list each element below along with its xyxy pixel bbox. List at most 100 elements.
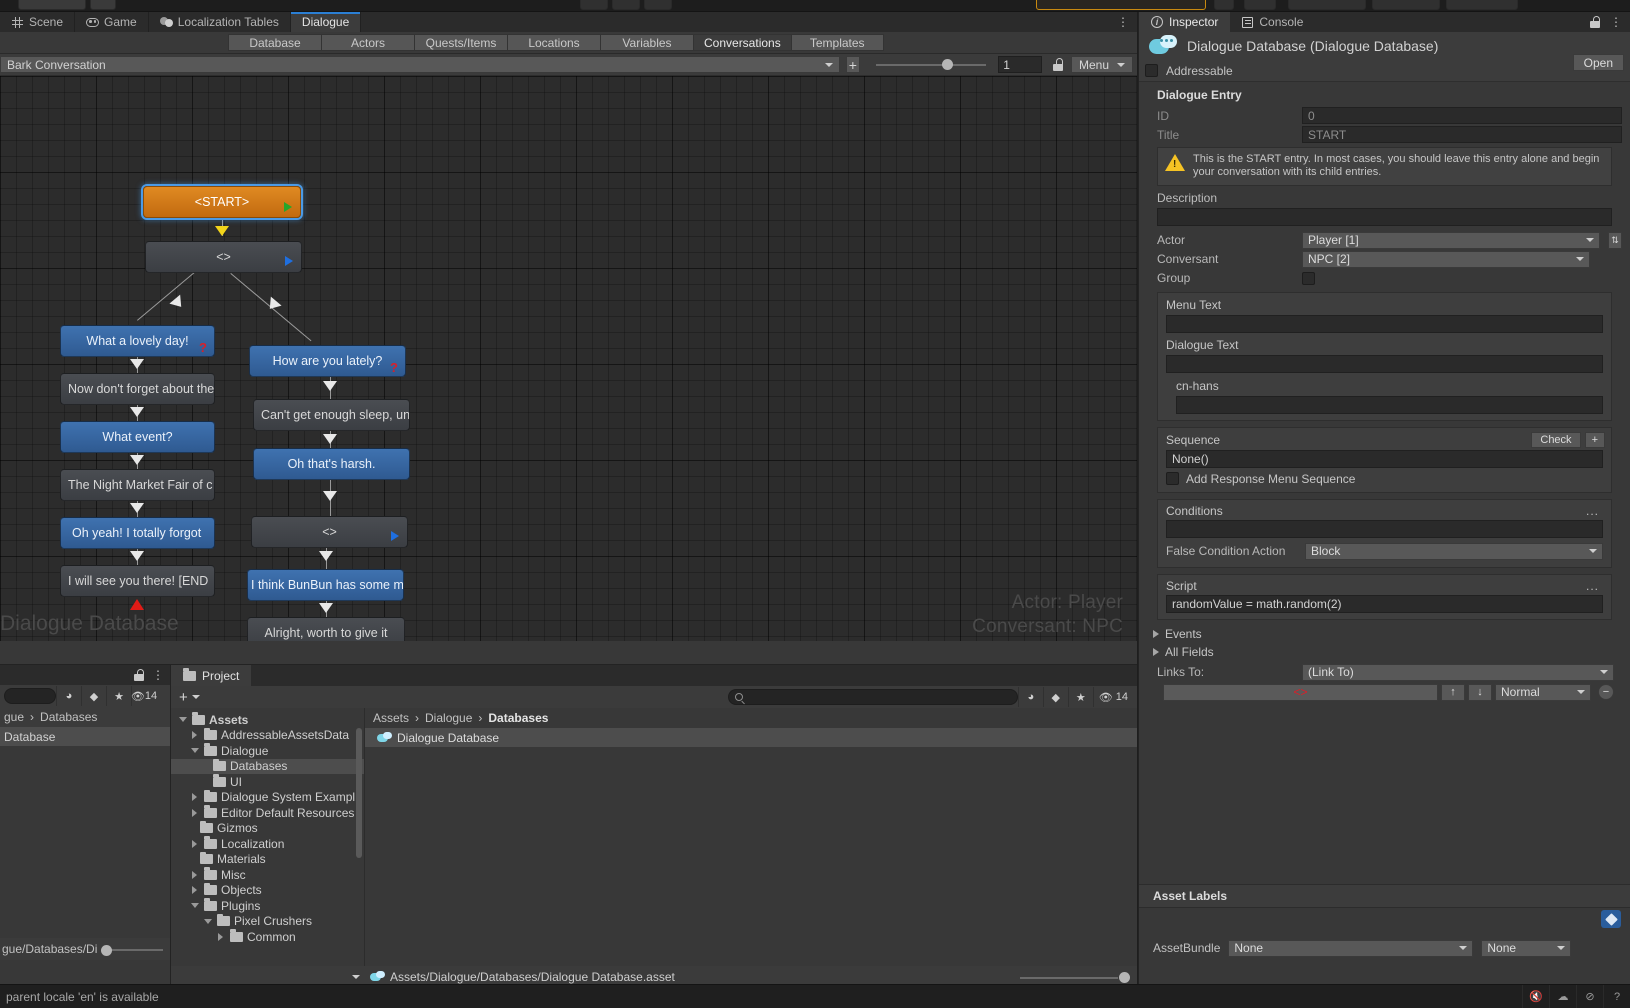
actor-dropdown[interactable]: Player [1] (1302, 231, 1600, 249)
chevron-right-icon[interactable] (189, 839, 200, 848)
search-input[interactable] (4, 688, 56, 704)
description-field[interactable] (1157, 207, 1612, 226)
breadcrumb-databases[interactable]: Databases (488, 711, 548, 725)
dialogue-node-8[interactable]: How are you lately? ? (249, 345, 406, 377)
dialogue-node-4[interactable]: What event? (60, 421, 215, 453)
link-move-up-button[interactable]: ↑ (1441, 683, 1465, 701)
lock-icon[interactable] (1589, 16, 1600, 28)
locale-text-field[interactable] (1176, 395, 1603, 414)
add-response-menu-row[interactable]: Add Response Menu Sequence (1158, 468, 1611, 486)
dialogue-node-6[interactable]: Oh yeah! I totally forgot (60, 517, 215, 549)
label-filter-icon[interactable]: ◆ (81, 686, 106, 706)
toolbar-tool-button[interactable] (90, 0, 116, 10)
chevron-right-icon[interactable] (189, 731, 200, 740)
label-filter-icon[interactable]: ◆ (1042, 687, 1068, 707)
dialogue-node-12[interactable]: I think BunBun has some me (247, 569, 404, 601)
tree-row-localization[interactable]: Localization (171, 836, 364, 852)
step-button[interactable] (644, 0, 672, 10)
subtab-quests-items[interactable]: Quests/Items (414, 34, 507, 51)
tab-game[interactable]: Game (75, 12, 149, 32)
mute-audio-icon[interactable]: 🔇 (1522, 984, 1549, 1008)
toolbar-global-button[interactable] (18, 0, 86, 10)
add-conversation-button[interactable]: + (846, 56, 860, 73)
false-condition-dropdown[interactable]: Block (1305, 542, 1603, 560)
conversation-canvas[interactable]: <START> <> What a lovely day! ? Now don'… (0, 76, 1137, 641)
panel-options-icon[interactable]: ⋮ (1610, 15, 1622, 29)
subtab-variables[interactable]: Variables (600, 34, 693, 51)
add-response-menu-checkbox[interactable] (1166, 472, 1179, 486)
tree-row-pixel-crushers[interactable]: Pixel Crushers (171, 913, 364, 930)
hidden-count[interactable]: 👁 14 (131, 686, 157, 706)
lock-icon[interactable] (1052, 58, 1064, 71)
tree-row-databases[interactable]: Databases (171, 758, 364, 774)
dialogue-node-start[interactable]: <START> (143, 186, 301, 218)
help-icon[interactable]: ? (1603, 984, 1630, 1008)
actor-swap-button[interactable]: ⇅ (1608, 231, 1622, 249)
conversation-dropdown[interactable]: Bark Conversation (0, 56, 840, 73)
link-entry-button[interactable]: <> (1163, 683, 1438, 701)
zoom-slider-handle[interactable] (941, 59, 953, 70)
search-toolbar-field[interactable] (1036, 0, 1206, 10)
dialogue-node-3[interactable]: Now don't forget about the (60, 373, 215, 405)
statusbar[interactable]: parent locale 'en' is available 🔇 ☁ ⊘ ? (0, 984, 1630, 1008)
dialogue-node-9[interactable]: Can't get enough sleep, un (253, 399, 410, 431)
asset-type-filter-icon[interactable]: ◕ (1017, 687, 1043, 707)
breadcrumb-part-1[interactable]: gue (4, 710, 24, 724)
conditions-menu-button[interactable]: ... (1586, 504, 1605, 518)
dialogue-node-group-2[interactable]: <> (251, 516, 408, 548)
menu-button[interactable]: Menu (1070, 56, 1133, 73)
script-menu-button[interactable]: ... (1586, 579, 1605, 593)
subtab-database[interactable]: Database (228, 34, 321, 51)
subtab-conversations[interactable]: Conversations (693, 34, 791, 51)
lock-icon[interactable] (133, 669, 144, 681)
asset-type-filter-icon[interactable]: ◕ (56, 686, 81, 706)
links-to-dropdown[interactable]: (Link To) (1302, 663, 1614, 681)
play-button[interactable] (580, 0, 608, 10)
subtab-templates[interactable]: Templates (790, 34, 884, 51)
collab-icon[interactable]: ☁ (1549, 984, 1576, 1008)
tree-row-gizmos[interactable]: Gizmos (171, 820, 364, 837)
thumbnail-size-slider[interactable] (1020, 971, 1130, 983)
tab-console[interactable]: Console (1230, 12, 1315, 32)
asset-list-item[interactable]: Dialogue Database (365, 728, 1137, 747)
breadcrumb-dialogue[interactable]: Dialogue (425, 711, 472, 725)
dialogue-node-group-1[interactable]: <> (145, 241, 302, 273)
thumbnail-size-slider[interactable] (101, 943, 164, 956)
background-asset-row[interactable]: Database (0, 727, 170, 746)
tree-row-objects[interactable]: Objects (171, 882, 364, 899)
create-asset-button[interactable]: + (175, 689, 204, 706)
open-button[interactable]: Open (1572, 54, 1624, 71)
menu-text-field[interactable] (1166, 314, 1603, 333)
assetbundle-dropdown[interactable]: None (1228, 939, 1474, 957)
window-options-icon[interactable]: ⋮ (1117, 12, 1137, 32)
tab-inspector[interactable]: i Inspector (1139, 12, 1231, 32)
addressable-checkbox[interactable] (1145, 64, 1158, 77)
tree-scrollbar[interactable] (356, 728, 362, 858)
sequence-check-button[interactable]: Check (1531, 431, 1581, 448)
pause-button[interactable] (612, 0, 640, 10)
project-folder-tree[interactable]: Assets AddressableAssetsData Dialogue Da… (171, 708, 364, 966)
tab-scene[interactable]: Scene (0, 12, 76, 32)
script-field[interactable]: randomValue = math.random(2) (1166, 594, 1603, 613)
chevron-right-icon[interactable] (189, 793, 200, 802)
dialogue-node-7[interactable]: I will see you there! [END (60, 565, 215, 597)
account-button[interactable] (1288, 0, 1366, 10)
chevron-right-icon[interactable] (189, 808, 200, 817)
account-icon-button[interactable] (1244, 0, 1276, 10)
chevron-down-icon[interactable] (177, 717, 188, 723)
chevron-down-icon[interactable] (189, 903, 200, 909)
subtab-locations[interactable]: Locations (507, 34, 600, 51)
tree-row-common[interactable]: Common (171, 929, 364, 945)
group-checkbox[interactable] (1302, 271, 1315, 285)
favorites-star-icon[interactable]: ★ (1067, 687, 1093, 707)
layout-dropdown[interactable] (1446, 0, 1518, 10)
notification-off-icon[interactable]: ⊘ (1576, 984, 1603, 1008)
asset-label-tag-button[interactable] (1601, 910, 1621, 928)
dialogue-node-5[interactable]: The Night Market Fair of c (60, 469, 215, 501)
link-move-down-button[interactable]: ↓ (1468, 683, 1492, 701)
breadcrumb-assets[interactable]: Assets (373, 711, 409, 725)
tree-row-dialogue-system-example[interactable]: Dialogue System Exampl (171, 789, 364, 806)
conversant-dropdown[interactable]: NPC [2] (1302, 250, 1590, 268)
all-fields-foldout[interactable]: All Fields (1147, 643, 1622, 661)
tab-project[interactable]: Project (171, 665, 252, 686)
